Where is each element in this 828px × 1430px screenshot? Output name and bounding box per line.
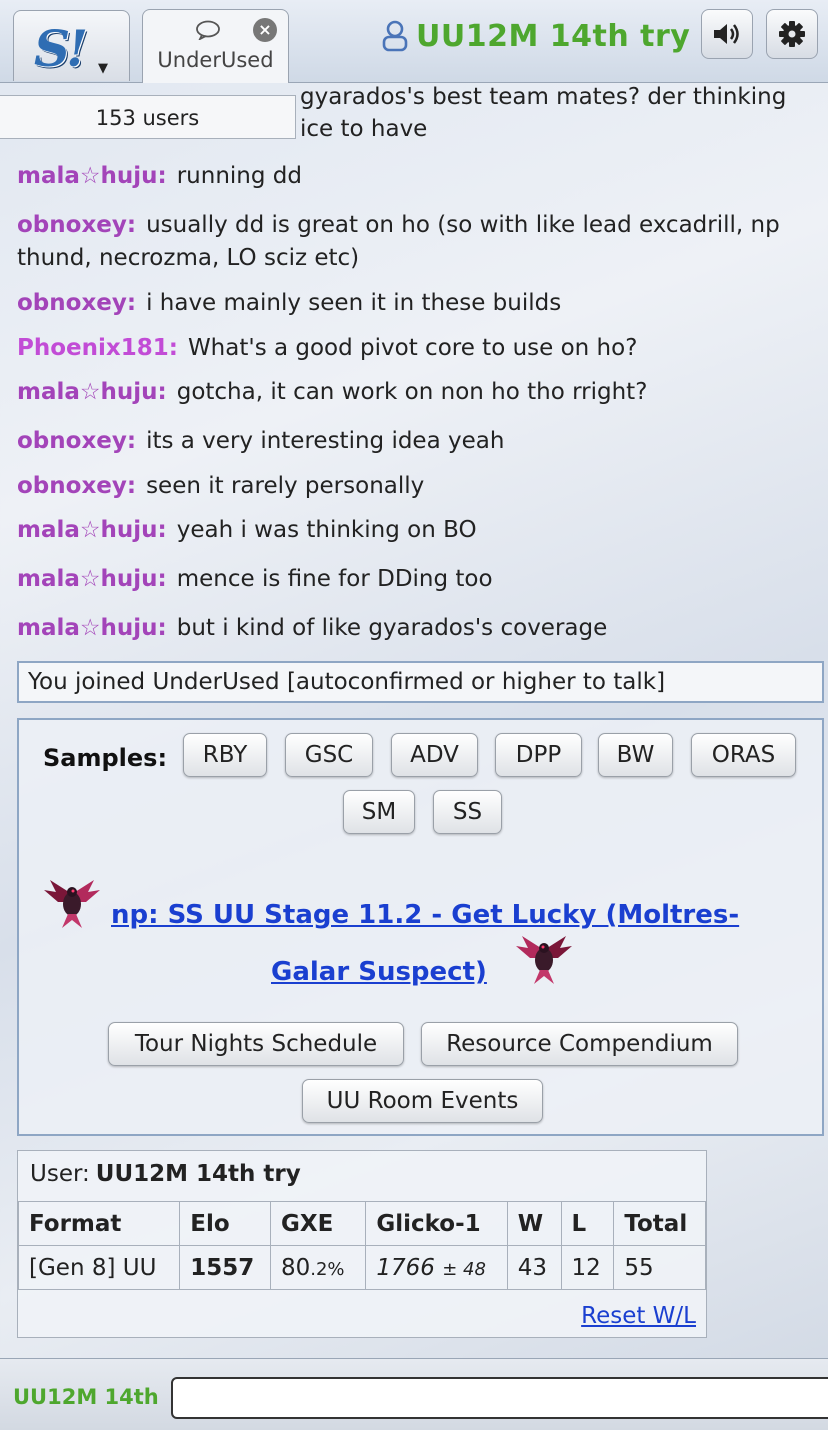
now-playing-link[interactable]: np: SS UU Stage 11.2 - Get Lucky (Moltre… [111,900,739,930]
moltres-galar-sprite-icon [44,880,100,928]
glicko-value: 1766 [376,1254,435,1281]
table-row: [Gen 8] UU 1557 80.2% 1766 ± 48 43 12 55 [17,1245,706,1290]
chat-username[interactable]: mala☆huju: [17,566,167,592]
sample-button-gsc[interactable]: GSC [285,733,373,777]
chat-message-text: mence is fine for DDing too [176,566,493,592]
elo-cell: 1557 [179,1245,271,1290]
sample-button-bw[interactable]: BW [598,733,673,777]
table-header-row: Format Elo GXE Glicko-1 W L Total [17,1201,706,1246]
column-header: Elo [179,1201,271,1246]
chat-message-text: its a very interesting idea yeah [146,428,505,454]
column-header: Total [613,1201,706,1246]
chat-message-text: gotcha, it can work on non ho tho rright… [176,379,648,405]
column-header: GXE [269,1201,367,1246]
sample-button-rby[interactable]: RBY [183,733,267,777]
chat-message: mala☆huju: yeah i was thinking on BO [17,514,812,547]
sample-button-ss[interactable]: SS [433,790,502,834]
chat-message: mala☆huju: gotcha, it can work on non ho … [17,376,812,409]
chat-username[interactable]: mala☆huju: [17,379,167,405]
column-header: Format [17,1201,181,1246]
sample-button-dpp[interactable]: DPP [495,733,582,777]
chat-username[interactable]: mala☆huju: [17,517,167,543]
stats-user-label: User: [30,1161,90,1187]
chat-message-text: but i kind of like gyarados's coverage [176,615,608,641]
chat-username[interactable]: Phoenix181: [17,335,178,361]
reset-wl-link[interactable]: Reset W/L [581,1303,696,1329]
chat-username[interactable]: obnoxey: [17,212,136,238]
uu-room-events-button[interactable]: UU Room Events [302,1079,543,1123]
join-notice: You joined UnderUsed [autoconfirmed or h… [17,661,824,703]
sample-button-oras[interactable]: ORAS [691,733,796,777]
chat-username[interactable]: obnoxey: [17,428,136,454]
chat-scrolled-line: gyarados's best team mates? der thinking [300,84,787,110]
chat-message: obnoxey: its a very interesting idea yeah [17,425,812,458]
gxe-cell: 80.2% [269,1245,367,1290]
losses-cell: 12 [560,1245,615,1290]
tab-label: UnderUsed [157,48,274,72]
room-intro-box: Samples: RBY GSC ADV DPP BW ORAS SM SS n… [17,718,824,1136]
chat-message: obnoxey: i have mainly seen it in these b… [17,287,812,320]
volume-icon [714,24,739,44]
chat-message: obnoxey: seen it rarely personally [17,470,812,503]
gear-icon [779,21,805,47]
column-header: L [560,1201,615,1246]
close-icon[interactable]: × [253,18,277,42]
input-username[interactable]: UU12M 14th try [13,1385,161,1409]
chat-username[interactable]: obnoxey: [17,290,136,316]
chat-message-text: running dd [176,163,302,189]
chat-message: Phoenix181: What's a good pivot core to u… [17,332,812,365]
column-header: Glicko-1 [365,1201,508,1246]
samples-label: Samples: [43,744,168,772]
sound-button[interactable] [701,9,753,59]
user-menu[interactable]: UU12M 14th try [382,16,690,56]
chat-message-text: What's a good pivot core to use on ho? [187,335,638,361]
tour-nights-schedule-button[interactable]: Tour Nights Schedule [108,1022,404,1066]
chat-message-text: seen it rarely personally [146,473,425,499]
gxe-decimal: .2% [310,1258,345,1280]
ladder-stats-table: Format Elo GXE Glicko-1 W L Total [Gen 8… [17,1201,706,1290]
tab-underused[interactable]: × UnderUsed [142,9,289,83]
chat-message-text: yeah i was thinking on BO [176,517,477,543]
sample-button-sm[interactable]: SM [343,790,415,834]
chat-input-bar: UU12M 14th try [0,1358,828,1430]
chat-message: mala☆huju: but i kind of like gyarados's … [17,612,812,645]
showdown-logo-icon: S! [34,19,88,78]
column-header: W [506,1201,562,1246]
resource-compendium-button[interactable]: Resource Compendium [421,1022,738,1066]
username: UU12M 14th try [416,18,691,54]
top-header: S! ▼ × UnderUsed UU12M 14th try [0,0,828,83]
wins-cell: 43 [506,1245,562,1290]
chat-scrolled-line: ice to have [300,116,428,142]
userlist-toggle[interactable]: 153 users [0,95,296,139]
chat-username[interactable]: mala☆huju: [17,163,167,189]
user-stats-box: User: UU12M 14th try Format Elo GXE Glick… [17,1150,707,1338]
moltres-galar-sprite-icon [516,936,572,984]
chat-message: mala☆huju: mence is fine for DDing too [17,563,812,596]
glicko-cell: 1766 ± 48 [365,1245,508,1290]
stats-user-name: UU12M 14th try [95,1161,301,1187]
gxe-value: 80 [280,1254,311,1281]
format-cell: [Gen 8] UU [17,1245,181,1290]
glicko-deviation: ± 48 [442,1258,486,1280]
chat-bubble-icon [196,20,220,40]
stats-user-line: User: UU12M 14th try [30,1161,301,1187]
chat-message-text: i have mainly seen it in these builds [146,290,562,316]
now-playing-link[interactable]: Galar Suspect) [271,957,487,987]
chat-log[interactable]: gyarados's best team mates? der thinking… [0,82,828,665]
total-cell: 55 [613,1245,706,1290]
chat-message-input[interactable] [171,1377,828,1419]
chat-message: mala☆huju: running dd [17,160,812,193]
sample-button-adv[interactable]: ADV [391,733,478,777]
chevron-down-icon: ▼ [98,61,108,76]
main-menu-button[interactable]: S! ▼ [13,10,130,81]
chat-username[interactable]: mala☆huju: [17,615,167,641]
settings-button[interactable] [766,9,818,59]
chat-message: obnoxey: usually dd is great on ho (so wi… [17,209,812,275]
chat-username[interactable]: obnoxey: [17,473,136,499]
user-icon [382,20,408,52]
